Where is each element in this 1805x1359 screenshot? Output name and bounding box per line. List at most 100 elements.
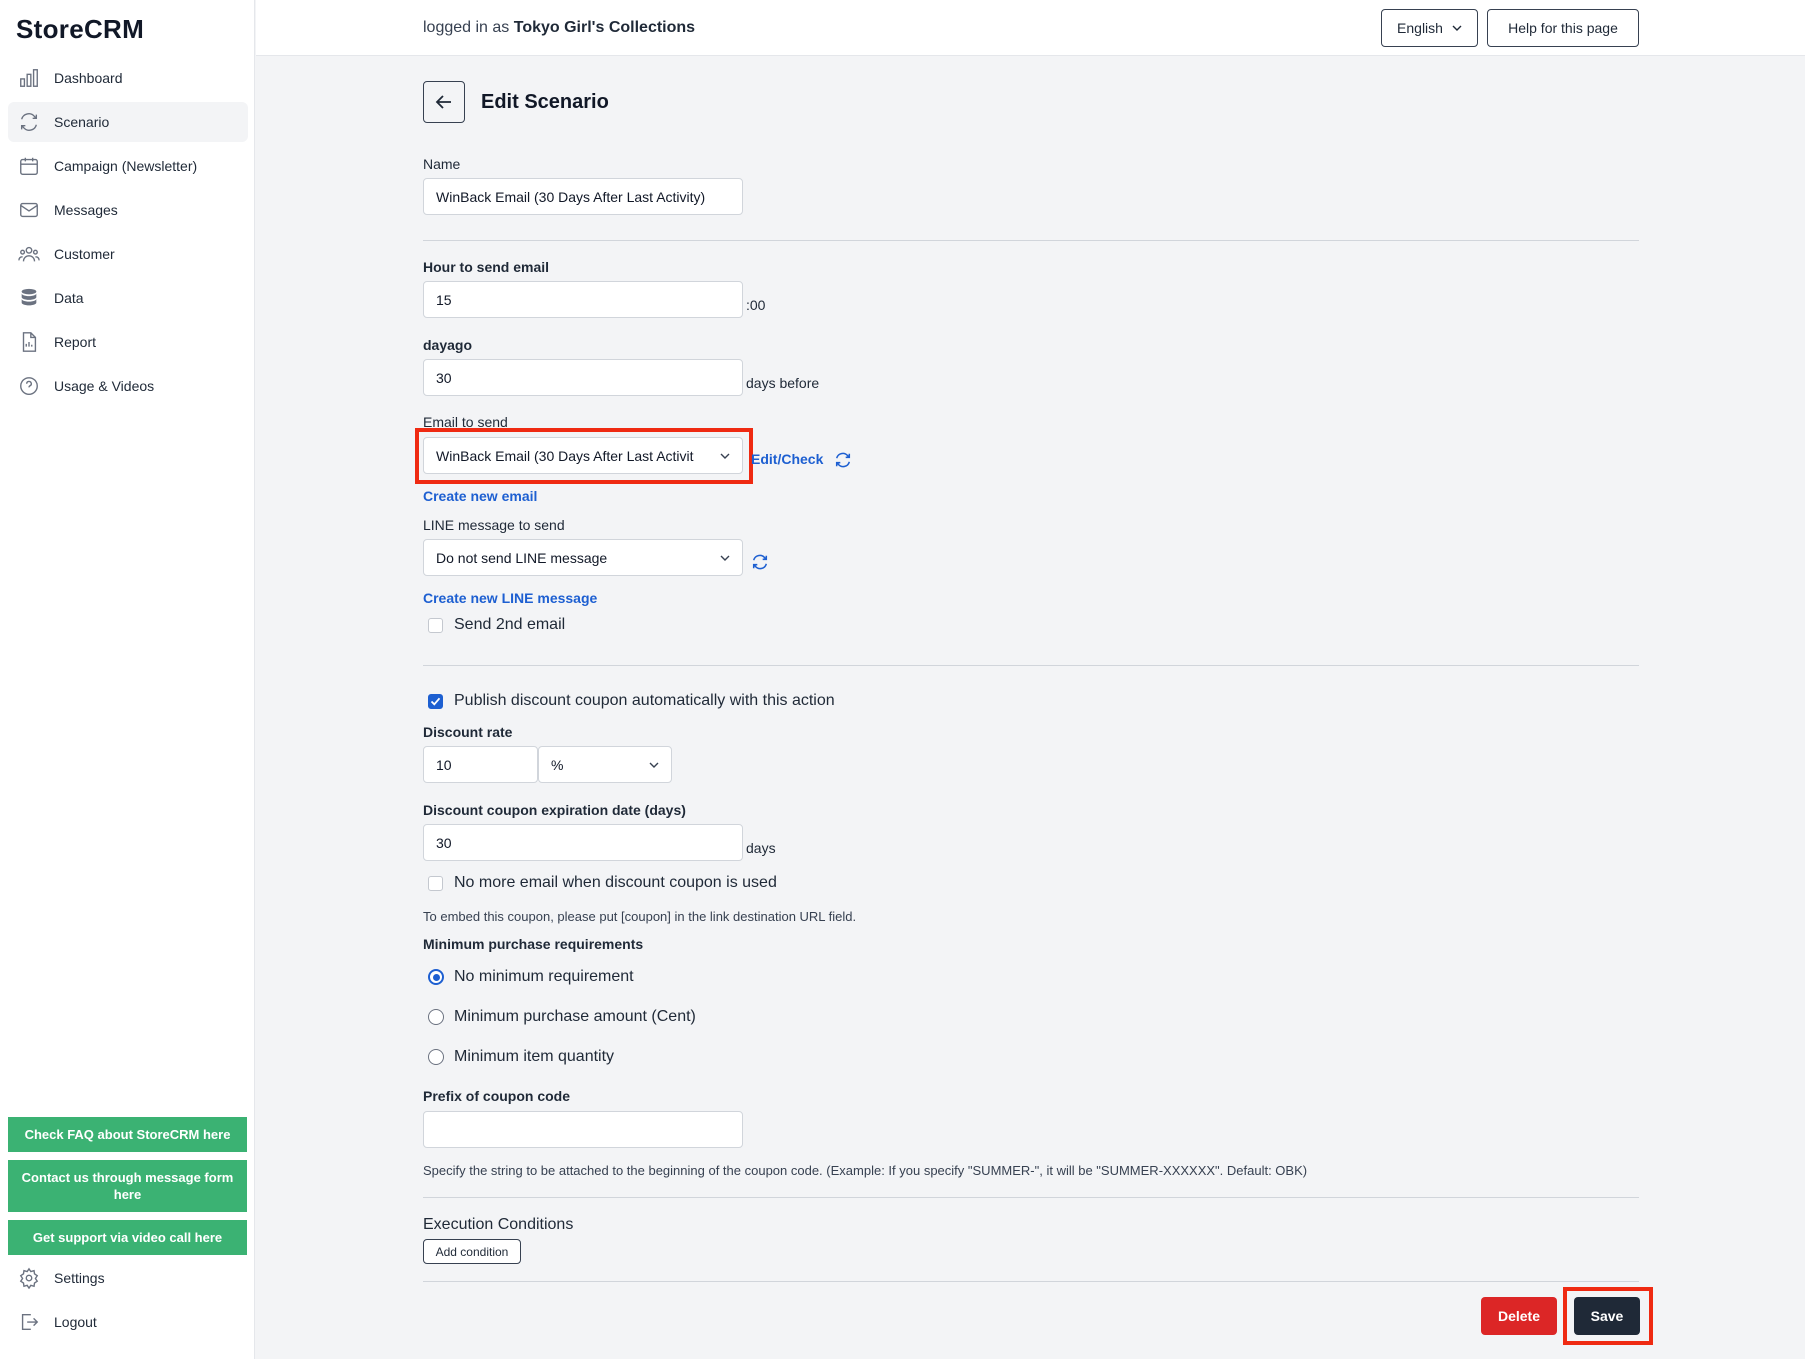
sidebar-item-customer[interactable]: Customer bbox=[8, 234, 248, 274]
sidebar-item-label: Dashboard bbox=[54, 70, 123, 86]
app-logo: StoreCRM bbox=[16, 14, 145, 44]
envelope-icon bbox=[20, 202, 38, 218]
sidebar-item-data[interactable]: Data bbox=[8, 278, 248, 318]
sidebar-item-messages[interactable]: Messages bbox=[8, 190, 248, 230]
min-option-quantity-row[interactable]: Minimum item quantity bbox=[423, 1048, 614, 1066]
logout-icon bbox=[21, 1313, 39, 1331]
refresh-cycle-icon bbox=[20, 113, 38, 131]
discount-rate-label: Discount rate bbox=[423, 724, 513, 740]
prefix-note: Specify the string to be attached to the… bbox=[423, 1163, 1308, 1178]
sidebar-item-label: Messages bbox=[54, 202, 118, 218]
dayago-input[interactable]: 30 bbox=[423, 359, 743, 396]
question-circle-icon bbox=[20, 377, 38, 395]
min-option-label: Minimum item quantity bbox=[454, 1048, 615, 1065]
min-option-amount-radio[interactable] bbox=[428, 1009, 444, 1025]
line-message-select[interactable]: Do not send LINE message bbox=[423, 539, 743, 576]
help-page-button[interactable]: Help for this page bbox=[1487, 9, 1639, 47]
sidebar-item-label: Scenario bbox=[54, 114, 110, 130]
contact-form-button[interactable]: Contact us through message form here bbox=[8, 1160, 247, 1212]
arrow-left-icon bbox=[435, 95, 451, 109]
help-buttons: Check FAQ about StoreCRM here Contact us… bbox=[8, 1117, 247, 1263]
name-label: Name bbox=[423, 156, 461, 172]
line-select-value: Do not send LINE message bbox=[436, 549, 608, 566]
logged-in-prefix: logged in as bbox=[423, 19, 514, 36]
sidebar-item-label: Campaign (Newsletter) bbox=[54, 158, 198, 174]
send-second-email-label: Send 2nd email bbox=[454, 616, 566, 633]
chevron-down-icon bbox=[649, 762, 659, 768]
sidebar-item-label: Logout bbox=[54, 1314, 97, 1330]
gear-icon bbox=[19, 1267, 39, 1289]
store-name: Tokyo Girl's Collections bbox=[513, 19, 696, 36]
back-button[interactable] bbox=[423, 81, 465, 123]
checkmark-icon bbox=[430, 697, 441, 706]
language-select[interactable]: English bbox=[1381, 9, 1478, 47]
sidebar-item-label: Report bbox=[54, 334, 97, 350]
dayago-label: dayago bbox=[423, 337, 473, 353]
hour-suffix: :00 bbox=[746, 297, 766, 313]
expiration-suffix: days bbox=[746, 840, 776, 856]
add-condition-button[interactable]: Add condition bbox=[423, 1239, 521, 1264]
sidebar-item-logout[interactable]: Logout bbox=[8, 1302, 248, 1342]
min-purchase-label: Minimum purchase requirements bbox=[423, 936, 644, 952]
sidebar-item-label: Usage & Videos bbox=[54, 378, 155, 394]
delete-button[interactable]: Delete bbox=[1481, 1297, 1557, 1335]
sidebar-item-label: Data bbox=[54, 290, 84, 306]
prefix-label: Prefix of coupon code bbox=[423, 1088, 571, 1104]
sidebar-item-campaign[interactable]: Campaign (Newsletter) bbox=[8, 146, 248, 186]
users-icon bbox=[18, 246, 40, 262]
sidebar-item-label: Customer bbox=[54, 246, 115, 262]
video-call-button[interactable]: Get support via video call here bbox=[8, 1220, 247, 1255]
edit-check-link[interactable]: Edit/Check bbox=[751, 451, 823, 467]
min-option-quantity-radio[interactable] bbox=[428, 1049, 444, 1065]
logged-in-text: logged in as Tokyo Girl's Collections bbox=[423, 19, 695, 37]
min-option-amount-row[interactable]: Minimum purchase amount (Cent) bbox=[423, 1008, 696, 1026]
sidebar-item-usage-videos[interactable]: Usage & Videos bbox=[8, 366, 248, 406]
sidebar-item-label: Settings bbox=[54, 1270, 105, 1286]
min-option-none-row[interactable]: No minimum requirement bbox=[423, 968, 634, 986]
divider bbox=[423, 1281, 1639, 1282]
discount-unit-value: % bbox=[551, 756, 564, 773]
refresh-icon[interactable] bbox=[751, 553, 769, 571]
publish-coupon-row[interactable]: Publish discount coupon automatically wi… bbox=[423, 692, 835, 710]
create-line-message-link[interactable]: Create new LINE message bbox=[423, 590, 597, 606]
calendar-icon bbox=[20, 157, 38, 175]
highlight-box-save bbox=[1563, 1287, 1653, 1345]
name-input[interactable]: WinBack Email (30 Days After Last Activi… bbox=[423, 178, 743, 215]
publish-coupon-checkbox[interactable] bbox=[428, 693, 443, 709]
execution-conditions-label: Execution Conditions bbox=[423, 1216, 574, 1233]
page-title: Edit Scenario bbox=[481, 91, 609, 113]
embed-coupon-note: To embed this coupon, please put [coupon… bbox=[423, 909, 857, 924]
min-option-label: No minimum requirement bbox=[454, 968, 634, 985]
line-message-label: LINE message to send bbox=[423, 517, 565, 533]
document-report-icon bbox=[22, 332, 37, 352]
dayago-suffix: days before bbox=[746, 375, 820, 391]
refresh-icon[interactable] bbox=[834, 451, 852, 469]
hour-label: Hour to send email bbox=[423, 259, 550, 275]
publish-coupon-label: Publish discount coupon automatically wi… bbox=[454, 692, 835, 709]
database-icon bbox=[21, 288, 37, 306]
chevron-down-icon bbox=[1452, 25, 1462, 31]
discount-unit-select[interactable]: % bbox=[538, 746, 672, 783]
sidebar-item-dashboard[interactable]: Dashboard bbox=[8, 58, 248, 98]
prefix-input[interactable] bbox=[423, 1111, 743, 1148]
min-option-none-radio[interactable] bbox=[428, 969, 444, 985]
top-bar: logged in as Tokyo Girl's Collections En… bbox=[256, 0, 1805, 56]
language-label: English bbox=[1397, 20, 1443, 36]
sidebar-item-scenario[interactable]: Scenario bbox=[8, 102, 248, 142]
sidebar-nav: Dashboard Scenario Campaign (Newsletter)… bbox=[8, 58, 248, 410]
faq-button[interactable]: Check FAQ about StoreCRM here bbox=[8, 1117, 247, 1152]
sidebar-item-settings[interactable]: Settings bbox=[8, 1258, 248, 1298]
sidebar-item-report[interactable]: Report bbox=[8, 322, 248, 362]
no-more-email-checkbox[interactable] bbox=[428, 875, 443, 891]
discount-rate-input[interactable]: 10 bbox=[423, 746, 538, 783]
expiration-input[interactable]: 30 bbox=[423, 824, 743, 861]
highlight-box-email bbox=[415, 428, 753, 484]
send-second-email-checkbox[interactable] bbox=[428, 617, 443, 633]
min-option-label: Minimum purchase amount (Cent) bbox=[454, 1008, 696, 1025]
send-second-email-row[interactable]: Send 2nd email bbox=[423, 616, 565, 634]
hour-input[interactable]: 15 bbox=[423, 281, 743, 318]
no-more-email-row[interactable]: No more email when discount coupon is us… bbox=[423, 874, 777, 892]
divider bbox=[423, 240, 1639, 241]
sidebar: StoreCRM Dashboard Scenario Campaign (Ne… bbox=[0, 0, 255, 1359]
create-email-link[interactable]: Create new email bbox=[423, 488, 537, 504]
